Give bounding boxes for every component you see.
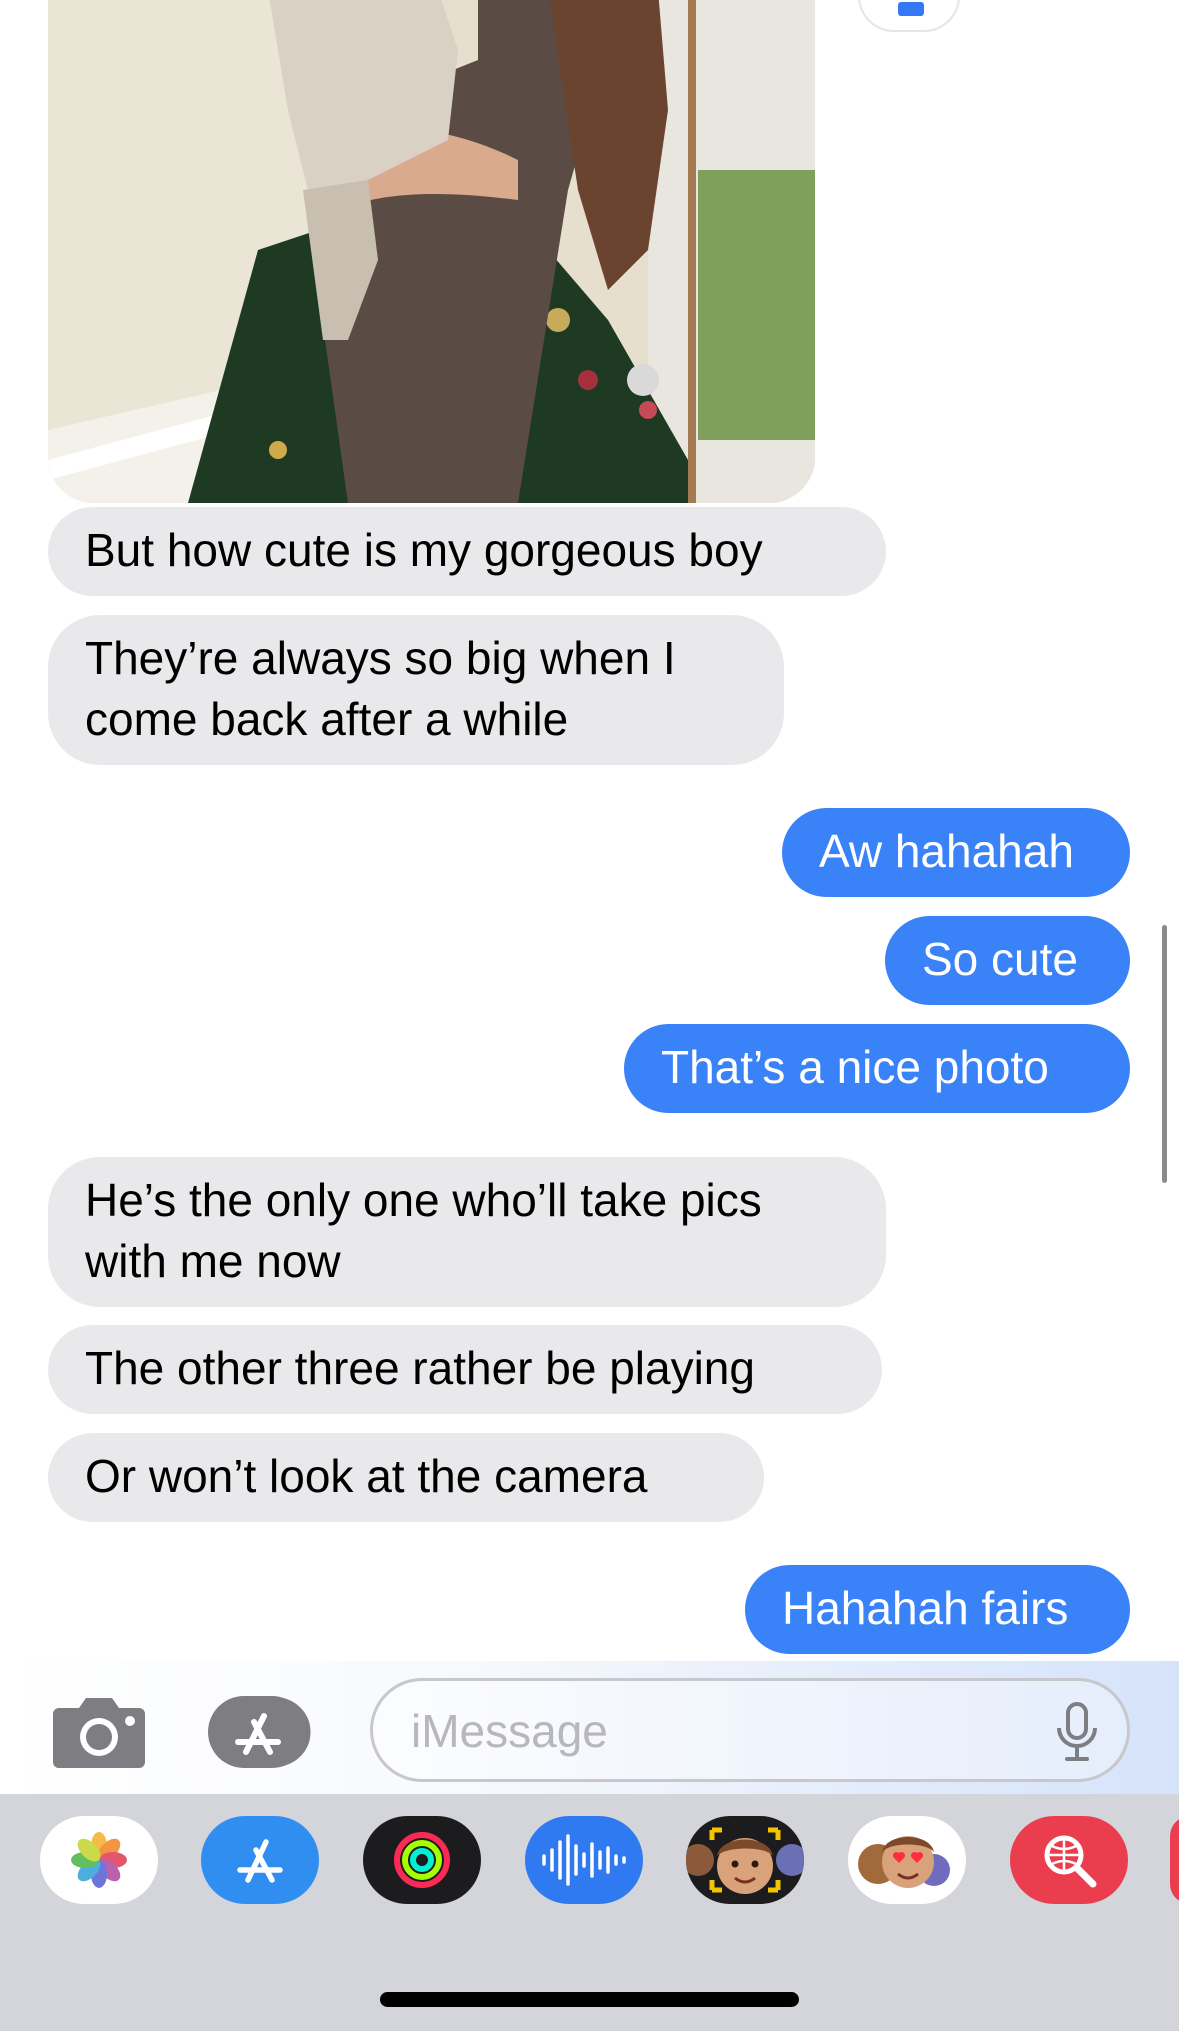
scroll-indicator[interactable] (1162, 925, 1167, 1183)
message-input[interactable] (411, 1701, 1011, 1761)
memoji-stickers-icon (858, 1836, 950, 1888)
photos-icon (71, 1832, 127, 1888)
photos-app-button[interactable] (40, 1816, 158, 1904)
incoming-message[interactable]: Or won’t look at the camera (22, 1433, 764, 1523)
partial-app-button[interactable] (1170, 1816, 1179, 1904)
outgoing-message[interactable]: Hahahah fairs (745, 1565, 1130, 1654)
activity-icon (394, 1832, 450, 1888)
camera-icon (53, 1698, 145, 1768)
microphone-icon (1057, 1702, 1097, 1761)
message-text: Hahahah fairs (782, 1582, 1069, 1634)
message-field[interactable] (370, 1678, 1130, 1782)
app-store-icon (208, 1696, 311, 1768)
incoming-message[interactable]: The other three rather be playing (48, 1325, 882, 1414)
incoming-message[interactable]: They’re always so big when I come back a… (22, 615, 784, 766)
activity-app-button[interactable] (363, 1816, 481, 1904)
message-text-line: with me now (85, 1235, 341, 1287)
photo-image (48, 0, 815, 503)
photo-attachment[interactable] (48, 0, 815, 503)
message-text: Or won’t look at the camera (85, 1450, 648, 1502)
outgoing-message[interactable]: That’s a nice photo (624, 1024, 1156, 1114)
reaction-chip[interactable] (858, 0, 960, 32)
message-text: That’s a nice photo (661, 1041, 1049, 1093)
home-indicator[interactable] (380, 1992, 799, 2007)
message-text-line: He’s the only one who’ll take pics (85, 1174, 762, 1226)
memoji-app-button[interactable] (686, 1816, 804, 1904)
outgoing-message[interactable]: Aw hahahah (782, 808, 1130, 897)
message-text: Aw hahahah (819, 825, 1074, 877)
outgoing-message[interactable]: So cute (885, 916, 1130, 1005)
apps-button[interactable] (208, 1696, 320, 1768)
app-store-icon (237, 1839, 283, 1883)
web-search-icon (1044, 1835, 1097, 1888)
incoming-message[interactable]: But how cute is my gorgeous boy (48, 507, 886, 596)
imessage-app-drawer (0, 1794, 1179, 2031)
memoji-icon (686, 1827, 804, 1894)
message-text: So cute (922, 933, 1078, 985)
message-text: But how cute is my gorgeous boy (85, 524, 763, 576)
camera-button[interactable] (53, 1694, 145, 1768)
app-store-app-button[interactable] (201, 1816, 319, 1904)
incoming-message[interactable]: He’s the only one who’ll take pics with … (48, 1157, 886, 1307)
message-text: The other three rather be playing (85, 1342, 755, 1394)
web-search-app-button[interactable] (1010, 1816, 1128, 1904)
dictation-button[interactable] (1054, 1702, 1100, 1762)
audio-message-app-button[interactable] (525, 1816, 643, 1904)
compose-bar (0, 1661, 1179, 1794)
audio-waveform-icon (542, 1834, 626, 1886)
message-text-line: come back after a while (85, 693, 569, 745)
memoji-stickers-app-button[interactable] (848, 1816, 966, 1904)
message-text-line: They’re always so big when I (85, 632, 676, 684)
reaction-chip-icon (898, 2, 924, 16)
